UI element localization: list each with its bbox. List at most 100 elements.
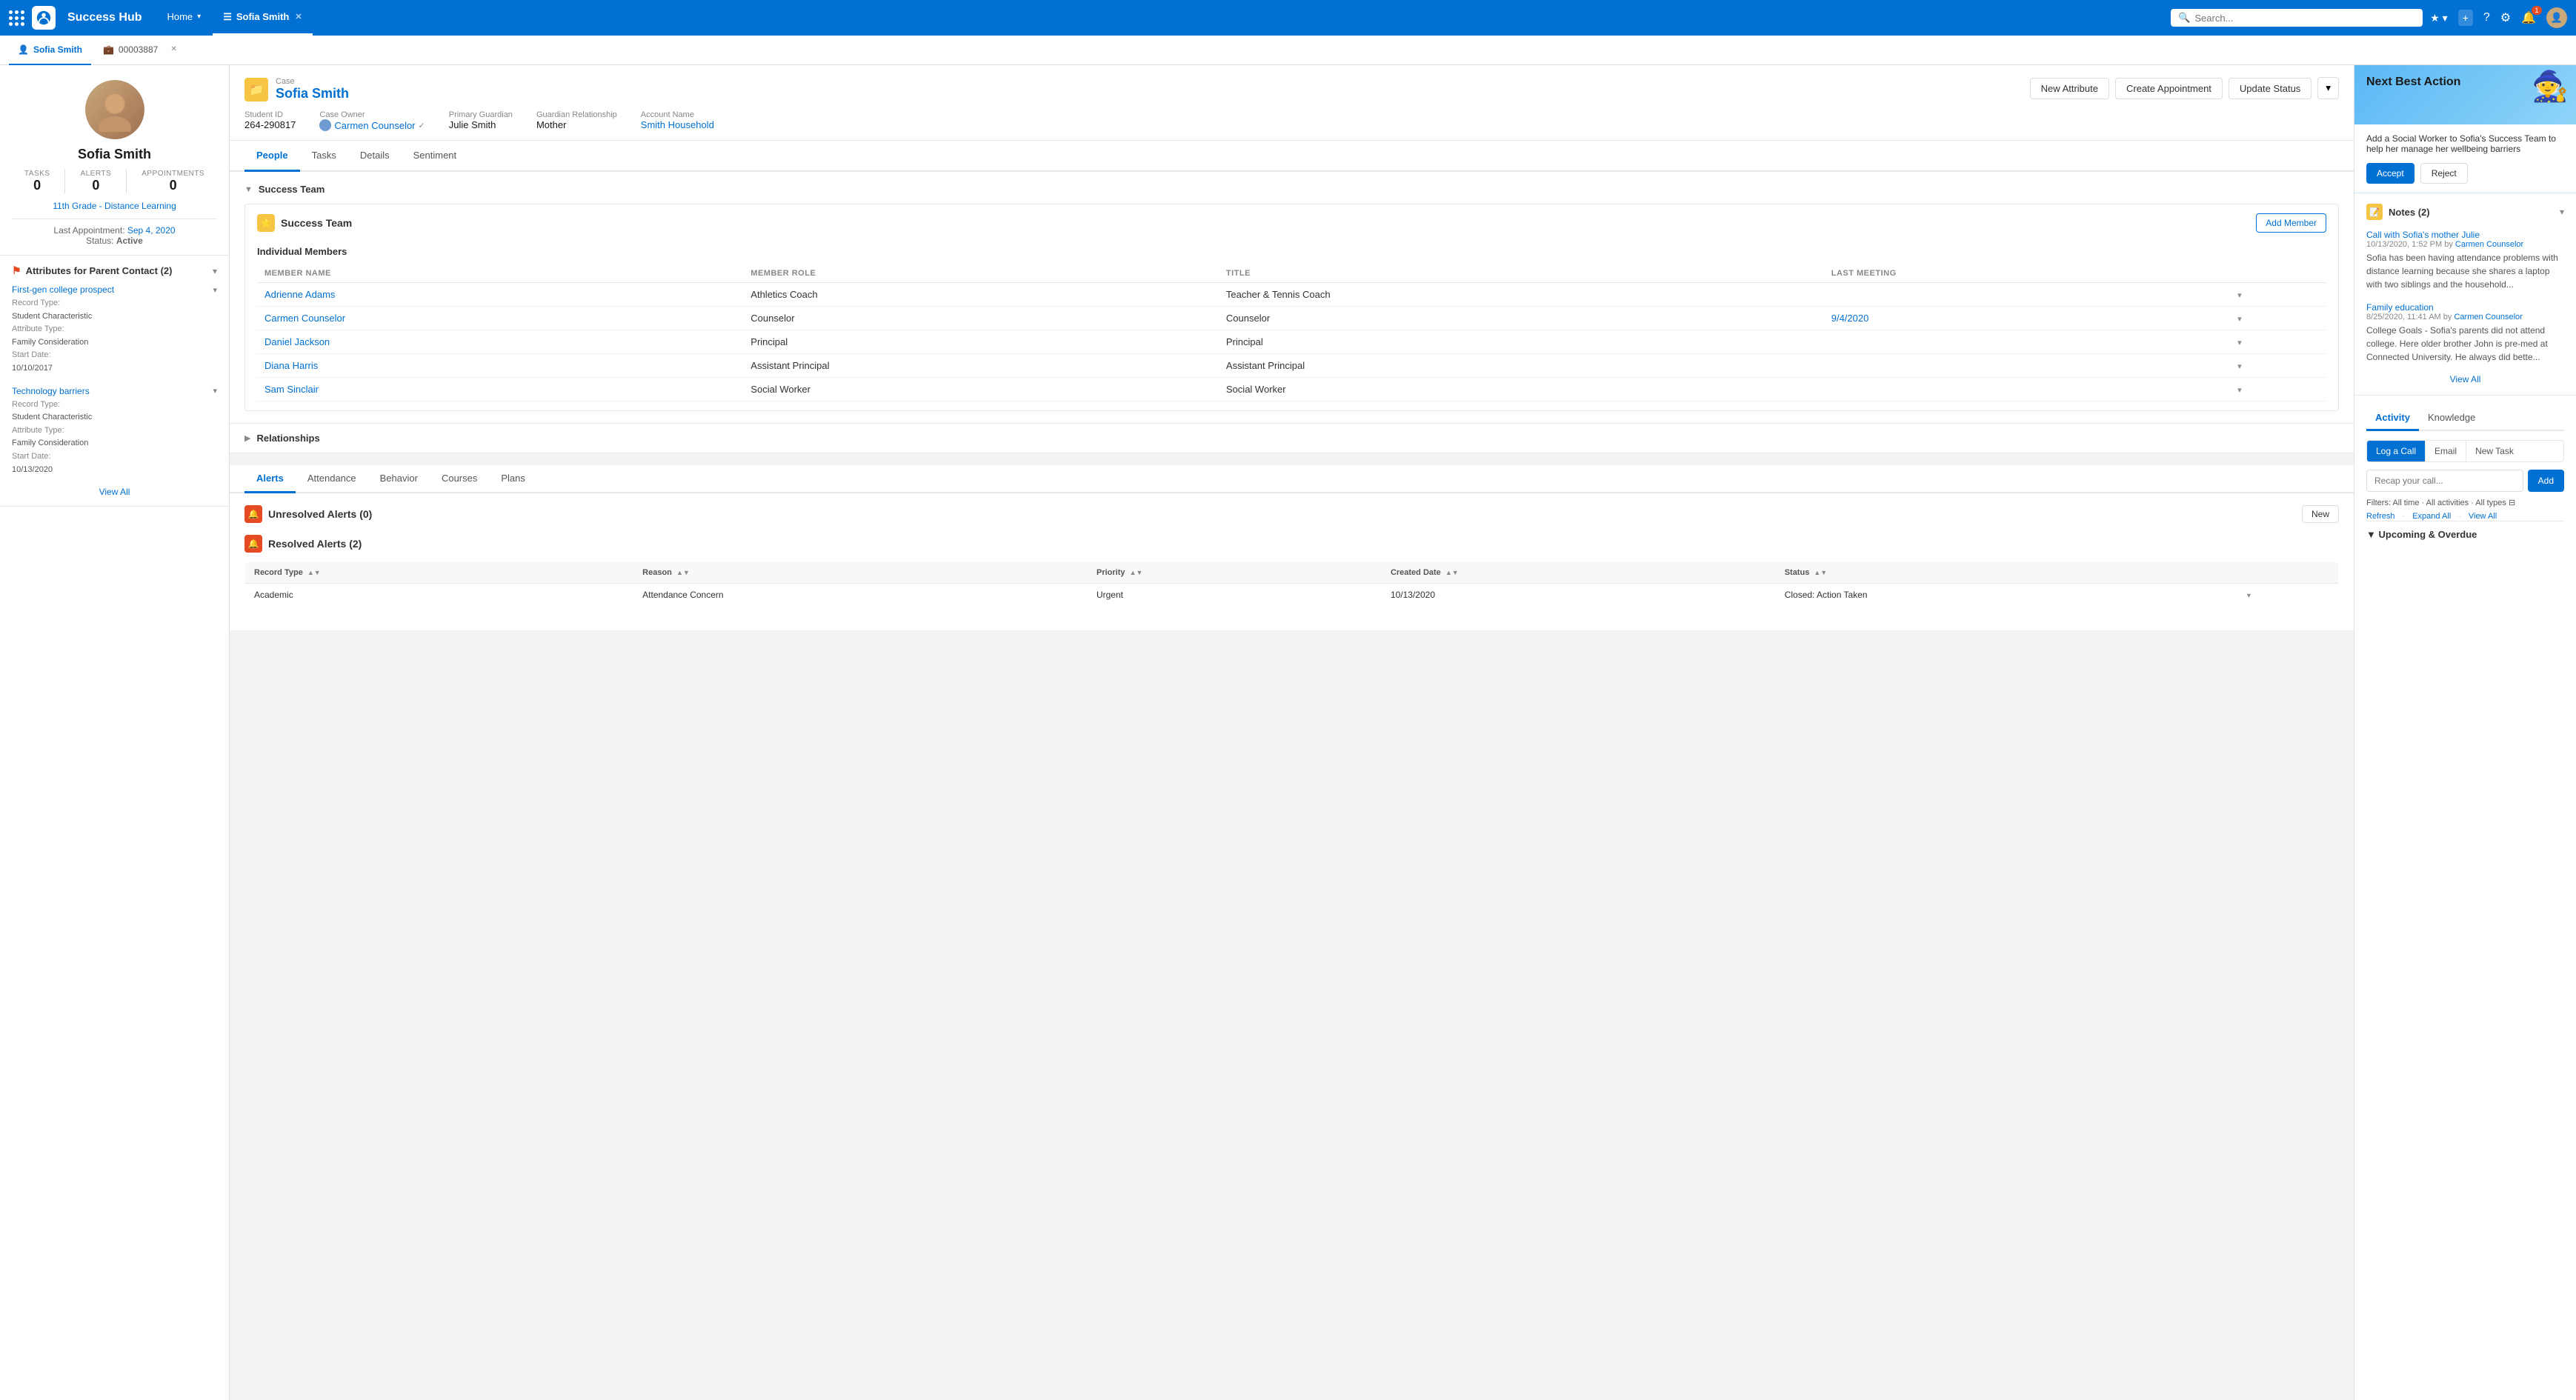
- member-name-1[interactable]: Carmen Counselor: [264, 313, 345, 324]
- search-input[interactable]: [2194, 13, 2415, 24]
- activity-tab-knowledge[interactable]: Knowledge: [2419, 406, 2484, 431]
- case-type-label: Case: [276, 77, 349, 86]
- btab-attendance[interactable]: Attendance: [296, 465, 368, 493]
- subtab-sofia-smith[interactable]: 👤 Sofia Smith: [9, 36, 91, 65]
- subtab-close-icon[interactable]: ✕: [170, 45, 176, 53]
- tab-people[interactable]: People: [244, 141, 300, 172]
- member-name-3[interactable]: Diana Harris: [264, 360, 318, 371]
- action-tab-new-task[interactable]: New Task: [2466, 441, 2523, 461]
- member-action-3[interactable]: ▾: [2237, 362, 2242, 371]
- case-actions-dropdown[interactable]: ▾: [2317, 77, 2339, 99]
- alert-col-created-date[interactable]: Created Date ▲▼: [1382, 562, 1776, 584]
- success-team-collapsible[interactable]: ▼ Success Team: [244, 184, 2339, 195]
- note-link-0[interactable]: Call with Sofia's mother Julie: [2366, 230, 2480, 240]
- recap-input[interactable]: [2366, 470, 2523, 492]
- attribute-item-1: Technology barriers ▾ Record Type: Stude…: [12, 386, 217, 477]
- alert-row-dropdown-0[interactable]: ▾: [2247, 592, 2251, 600]
- attributes-toggle-icon[interactable]: ▾: [213, 266, 217, 276]
- nba-accept-button[interactable]: Accept: [2366, 163, 2414, 184]
- home-tab-dropdown-icon[interactable]: ▾: [197, 13, 201, 21]
- recap-row: Add: [2366, 470, 2564, 492]
- view-all-link[interactable]: View All: [2469, 512, 2497, 521]
- help-icon[interactable]: ?: [2483, 11, 2490, 24]
- case-name[interactable]: Sofia Smith: [276, 86, 349, 101]
- notifications-bell[interactable]: 🔔 1: [2521, 10, 2536, 25]
- create-appointment-button[interactable]: Create Appointment: [2115, 78, 2223, 99]
- alert-col-status[interactable]: Status ▲▼: [1776, 562, 2238, 584]
- member-meeting-4: [1824, 378, 2230, 401]
- subtab-dropdown-icon[interactable]: ▾: [162, 45, 166, 53]
- nav-tab-home[interactable]: Home ▾: [156, 0, 211, 36]
- notes-view-all[interactable]: View All: [2366, 374, 2564, 384]
- attr-at-label-0: Attribute Type:: [12, 324, 64, 333]
- attribute-dropdown-0[interactable]: ▾: [213, 285, 217, 295]
- appointments-value: 0: [142, 178, 204, 193]
- settings-icon[interactable]: ⚙: [2500, 10, 2511, 25]
- action-tabs: Log a Call Email New Task: [2366, 440, 2564, 462]
- attribute-link-1[interactable]: Technology barriers: [12, 386, 90, 396]
- user-avatar[interactable]: 👤: [2546, 7, 2567, 28]
- action-tab-log-call[interactable]: Log a Call: [2367, 441, 2426, 461]
- refresh-link[interactable]: Refresh: [2366, 512, 2395, 521]
- center-tabs: People Tasks Details Sentiment: [230, 141, 2354, 172]
- action-tab-email[interactable]: Email: [2426, 441, 2466, 461]
- left-panel: Sofia Smith TASKS 0 ALERTS 0 APPOINTMENT…: [0, 65, 230, 1400]
- col-actions: [2230, 264, 2326, 283]
- favorites-icon[interactable]: ★ ▾: [2430, 12, 2447, 24]
- btab-courses[interactable]: Courses: [430, 465, 489, 493]
- upcoming-collapse-icon[interactable]: ▼: [2366, 529, 2378, 540]
- member-action-2[interactable]: ▾: [2237, 339, 2242, 347]
- nba-reject-button[interactable]: Reject: [2420, 163, 2468, 184]
- new-attribute-button[interactable]: New Attribute: [2030, 78, 2109, 99]
- attributes-view-all[interactable]: View All: [12, 487, 217, 497]
- tab-details[interactable]: Details: [348, 141, 402, 172]
- sofia-tab-close-icon[interactable]: ✕: [295, 12, 302, 21]
- add-member-button[interactable]: Add Member: [2256, 213, 2326, 233]
- student-id-value: 264-290817: [244, 119, 296, 130]
- grade-badge[interactable]: 11th Grade - Distance Learning: [12, 201, 217, 211]
- btab-plans[interactable]: Plans: [489, 465, 537, 493]
- member-name-0[interactable]: Adrienne Adams: [264, 289, 335, 300]
- note-link-1[interactable]: Family education: [2366, 302, 2434, 313]
- tab-sentiment[interactable]: Sentiment: [402, 141, 469, 172]
- team-icon: ⭐: [257, 214, 275, 232]
- right-panel: Next Best Action 🧙 Add a Social Worker t…: [2354, 65, 2576, 1400]
- case-owner-link[interactable]: Carmen Counselor: [334, 120, 415, 131]
- note-author-1[interactable]: Carmen Counselor: [2454, 313, 2522, 321]
- attr-at-label-1: Attribute Type:: [12, 426, 64, 435]
- relationships-collapsible[interactable]: ▶ Relationships: [244, 433, 2339, 444]
- update-status-button[interactable]: Update Status: [2229, 78, 2312, 99]
- add-button[interactable]: Add: [2528, 470, 2564, 492]
- btab-behavior[interactable]: Behavior: [368, 465, 430, 493]
- member-action-0[interactable]: ▾: [2237, 291, 2242, 300]
- last-appt-date[interactable]: Sep 4, 2020: [127, 225, 176, 236]
- member-name-2[interactable]: Daniel Jackson: [264, 336, 330, 347]
- attribute-link-0[interactable]: First-gen college prospect: [12, 284, 114, 295]
- new-alert-button[interactable]: New: [2302, 505, 2339, 523]
- member-meeting-1[interactable]: 9/4/2020: [1824, 307, 2230, 330]
- attribute-dropdown-1[interactable]: ▾: [213, 386, 217, 396]
- alert-col-reason[interactable]: Reason ▲▼: [633, 562, 1088, 584]
- filter-icon[interactable]: ⊟: [2509, 499, 2515, 507]
- tab-tasks[interactable]: Tasks: [300, 141, 348, 172]
- member-name-4[interactable]: Sam Sinclair: [264, 384, 319, 395]
- activity-tabs: Activity Knowledge: [2366, 406, 2564, 431]
- nba-header-bg: Next Best Action 🧙: [2354, 65, 2576, 124]
- btab-alerts[interactable]: Alerts: [244, 465, 296, 493]
- attr-rt-label-0: Record Type:: [12, 299, 60, 307]
- alert-col-record-type[interactable]: Record Type ▲▼: [245, 562, 634, 584]
- note-item-0: Call with Sofia's mother Julie 10/13/202…: [2366, 229, 2564, 291]
- subtab-case-number[interactable]: 💼 00003887 ▾ ✕: [94, 36, 186, 65]
- appointments-stat: APPOINTMENTS 0: [142, 170, 204, 193]
- nav-tab-sofia[interactable]: ☰ Sofia Smith ✕: [213, 0, 312, 36]
- member-action-1[interactable]: ▾: [2237, 315, 2242, 324]
- expand-all-link[interactable]: Expand All: [2412, 512, 2451, 521]
- alert-col-priority[interactable]: Priority ▲▼: [1088, 562, 1382, 584]
- note-author-0[interactable]: Carmen Counselor: [2455, 240, 2523, 249]
- app-grid-icon[interactable]: [9, 10, 24, 26]
- notes-toggle-icon[interactable]: ▾: [2560, 207, 2564, 217]
- account-name-link[interactable]: Smith Household: [641, 119, 714, 130]
- member-action-4[interactable]: ▾: [2237, 386, 2242, 395]
- activity-tab-activity[interactable]: Activity: [2366, 406, 2419, 431]
- add-icon[interactable]: +: [2458, 10, 2473, 26]
